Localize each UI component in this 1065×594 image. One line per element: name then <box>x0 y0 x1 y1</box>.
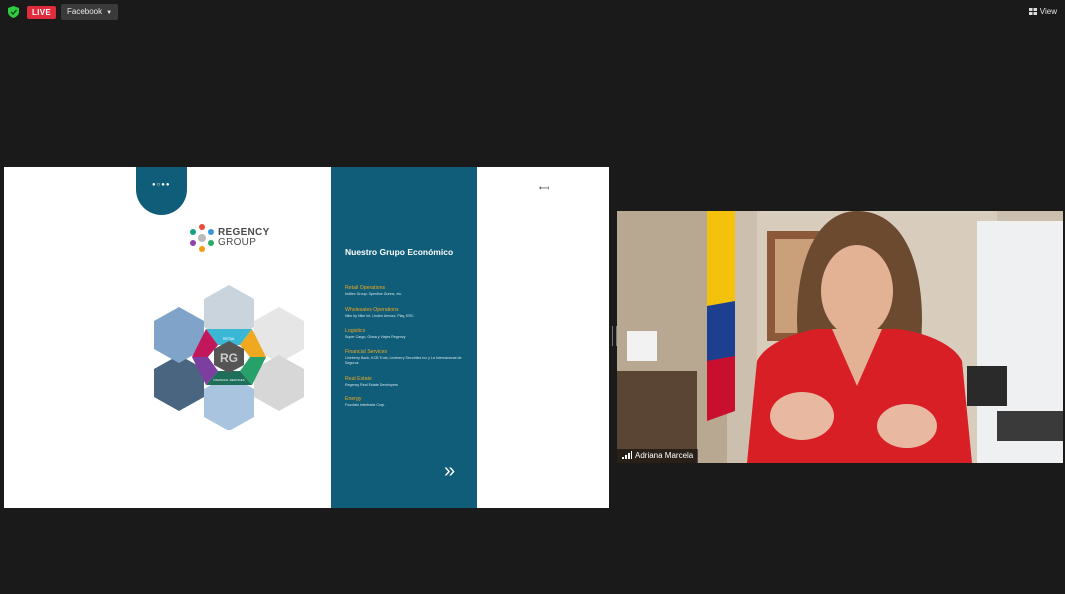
top-toolbar: LIVE Facebook ▼ View <box>0 0 1065 24</box>
section-body: Super Cargo, Glosa y Viajes Regency <box>345 335 406 339</box>
mouse-cursor-icon: ⟻ <box>539 185 550 192</box>
next-chevron-icon: » <box>444 460 456 482</box>
live-destination-dropdown[interactable]: Facebook ▼ <box>61 4 119 20</box>
participant-video-tile[interactable]: Adriana Marcela <box>617 211 1063 463</box>
live-badge: LIVE <box>27 6 56 19</box>
section-item: Energy Fountain Interfrade Corp. <box>345 396 470 408</box>
signal-strength-icon <box>622 451 632 459</box>
business-hexagon-diagram: RG RETAIL FINANCIAL SERVICES <box>154 285 304 430</box>
section-heading: Wholesales Operations <box>345 307 399 313</box>
section-heading: Real Estate <box>345 376 372 382</box>
decorative-semicircle <box>136 167 187 215</box>
section-body: Lineberry Bank, KCB Trust, Lineberry Sec… <box>345 356 462 365</box>
section-item: Financial Services Lineberry Bank, KCB Tr… <box>345 349 470 366</box>
section-body: Inditex Group: Spenfine Gunns, etc. <box>345 292 403 296</box>
participant-name: Adriana Marcela <box>635 451 694 460</box>
hex-center-label: RG <box>220 351 238 365</box>
section-heading: Retail Operations <box>345 285 386 291</box>
hex-label-retail: RETAIL <box>223 337 235 341</box>
shield-icon[interactable] <box>8 6 19 18</box>
caret-down-icon: ▼ <box>106 10 113 16</box>
section-heading: Logistics <box>345 328 366 334</box>
participant-name-tag: Adriana Marcela <box>617 449 699 463</box>
view-button[interactable]: View <box>1028 6 1057 18</box>
slide-title: Nuestro Grupo Económico <box>345 247 454 257</box>
slide-teal-panel: Nuestro Grupo Económico Retail Operation… <box>331 167 477 508</box>
section-body: Regency Real Estate Developers <box>345 383 398 387</box>
slide-right-panel: ⟻ <box>477 167 609 508</box>
section-item: Wholesales Operations Nike by Nike Int, L… <box>345 307 470 319</box>
dots-icon: ●○●● <box>152 182 171 188</box>
live-destination-label: Facebook <box>67 7 103 16</box>
shared-screen-slide: ●○●● REGENCY GROUP RG RETAIL FINANCIAL S… <box>4 167 609 508</box>
regency-logo-icon <box>190 224 214 252</box>
hex-label-financial: FINANCIAL SERVICES <box>213 378 245 382</box>
section-item: Logistics Super Cargo, Glosa y Viajes Reg… <box>345 328 470 340</box>
grid-view-icon <box>1028 8 1037 15</box>
video-frame <box>617 211 1063 463</box>
view-label: View <box>1039 7 1057 16</box>
section-item: Retail Operations Inditex Group: Spenfine… <box>345 285 470 297</box>
logo-text-group: GROUP <box>218 237 257 248</box>
slide-left-panel: ●○●● REGENCY GROUP RG RETAIL FINANCIAL S… <box>4 167 331 508</box>
section-heading: Energy <box>345 396 362 402</box>
section-heading: Financial Services <box>345 349 388 355</box>
section-item: Real Estate Regency Real Estate Developer… <box>345 376 470 388</box>
section-body: Fountain Interfrade Corp. <box>345 403 386 407</box>
section-body: Nike by Nike Int, Linden Armour, Play, E… <box>345 314 414 318</box>
